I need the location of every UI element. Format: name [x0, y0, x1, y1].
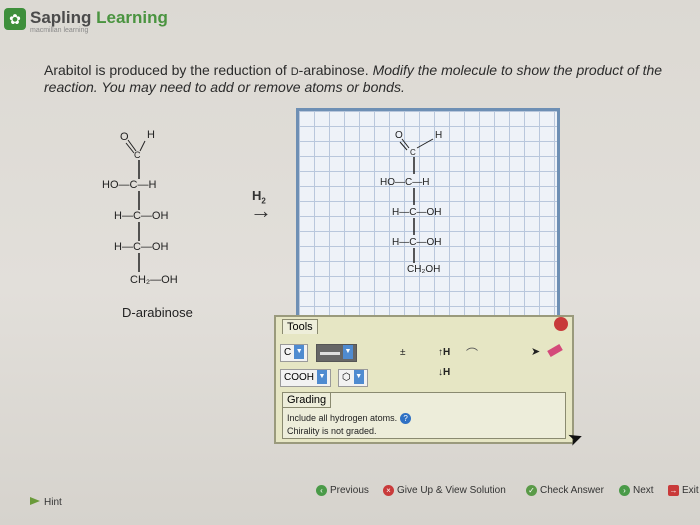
editable-molecule[interactable]: O H C HO—C—H H—C—OH H—C—OH CH₂OH: [377, 126, 487, 286]
atom-selector[interactable]: C ▼: [280, 344, 309, 362]
remove-hydrogen-button[interactable]: ↓H: [438, 367, 450, 378]
svg-text:HO—C—H: HO—C—H: [102, 179, 156, 191]
svg-text:H—C—OH: H—C—OH: [114, 210, 168, 222]
group-selector[interactable]: COOH ▼: [280, 369, 331, 387]
give-up-button[interactable]: × Give Up & View Solution: [383, 485, 506, 496]
clear-icon[interactable]: [554, 317, 568, 331]
eraser-icon[interactable]: [547, 343, 563, 358]
svg-text:H—C—OH: H—C—OH: [392, 207, 441, 218]
svg-text:C: C: [410, 148, 416, 157]
svg-text:H—C—OH: H—C—OH: [392, 237, 441, 248]
previous-button[interactable]: ‹ Previous: [316, 485, 369, 496]
help-icon[interactable]: ?: [400, 413, 412, 424]
add-hydrogen-button[interactable]: ↑H: [438, 347, 450, 358]
arrow-left-icon: ‹: [316, 485, 327, 496]
grading-line-hydrogens: Include all hydrogen atoms.?: [287, 413, 412, 424]
svg-text:H: H: [147, 129, 155, 141]
reactant-structure: O H C HO—C—H H—C—OH H—C—OH CH₂—OH D-arab…: [102, 129, 193, 320]
question-prompt: Arabitol is produced by the reduction of…: [44, 62, 663, 95]
svg-text:H—C—OH: H—C—OH: [114, 241, 168, 253]
exit-icon: →: [668, 485, 679, 496]
svg-text:CH₂—OH: CH₂—OH: [130, 274, 178, 286]
svg-text:CH₂OH: CH₂OH: [407, 264, 440, 275]
grading-box: Grading Include all hydrogen atoms.? Chi…: [282, 392, 566, 439]
arc-arrow-icon[interactable]: ⌒: [466, 345, 478, 362]
svg-text:D-arabinose: D-arabinose: [122, 305, 193, 320]
tools-panel: Tools C ▼ ▬▬ ▼ ± ↑H ↓H ⌒ ➤ COOH ▼ ⬡ ▼ Gradin…: [274, 315, 574, 444]
screen: ✿ Sapling Learning macmillan learning Ar…: [0, 0, 700, 525]
arrow-right-icon: →: [250, 198, 272, 223]
dropdown-icon: ▼: [294, 345, 305, 360]
tools-title: Tools: [282, 319, 318, 334]
check-icon: ✓: [526, 485, 537, 496]
dropdown-icon: ▼: [317, 370, 327, 385]
svg-text:H: H: [435, 130, 442, 141]
select-pointer-icon[interactable]: ➤: [531, 345, 540, 358]
grading-title: Grading: [283, 393, 332, 408]
brand-title: Sapling Learning: [30, 8, 168, 27]
hint-button[interactable]: Hint: [30, 497, 62, 508]
svg-text:C: C: [134, 150, 141, 160]
brand-subtitle: macmillan learning: [30, 27, 89, 34]
arrow-right-icon: ›: [619, 485, 630, 496]
svg-text:HO—C—H: HO—C—H: [380, 177, 429, 188]
bond-selector[interactable]: ▬▬ ▼: [316, 344, 357, 362]
charge-button[interactable]: ±: [400, 347, 406, 358]
dropdown-icon: ▼: [343, 345, 353, 360]
drawing-canvas[interactable]: O H C HO—C—H H—C—OH H—C—OH CH₂OH: [296, 108, 560, 319]
check-answer-button[interactable]: ✓ Check Answer: [526, 485, 604, 496]
ring-selector[interactable]: ⬡ ▼: [338, 369, 368, 387]
hint-arrow-icon: [30, 497, 40, 505]
bottom-nav: ‹ Previous × Give Up & View Solution ✓ Chec…: [0, 478, 700, 525]
next-button[interactable]: › Next: [619, 485, 654, 496]
exit-button[interactable]: → Exit: [668, 485, 699, 496]
dropdown-icon: ▼: [353, 370, 364, 385]
close-icon: ×: [383, 485, 394, 496]
reaction-arrow: H2 →: [250, 188, 280, 223]
grading-line-chirality: Chirality is not graded.: [287, 426, 377, 436]
sapling-logo-icon: ✿: [4, 8, 26, 30]
svg-text:O: O: [120, 131, 129, 143]
mouse-cursor-icon: ➤: [564, 426, 586, 451]
hexagon-icon: ⬡: [342, 372, 351, 383]
